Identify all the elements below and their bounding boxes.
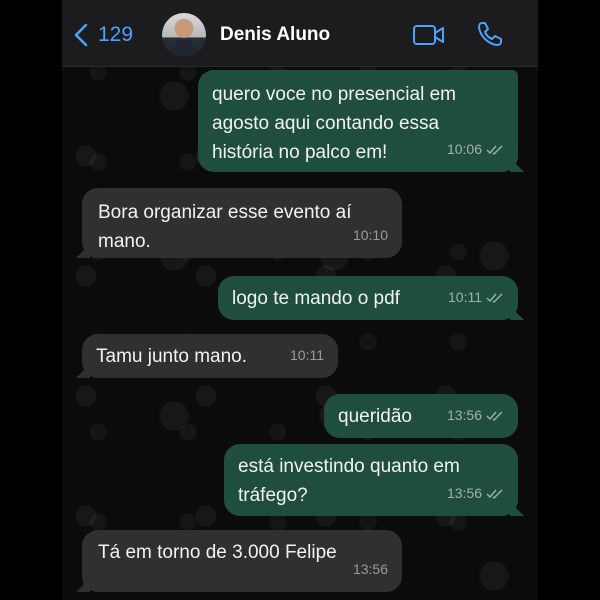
message-bubble-incoming[interactable]: Tá em torno de 3.000 Felipe 13:56 — [82, 530, 402, 592]
message-time: 13:56 — [446, 407, 482, 423]
message-meta: 10:06 — [447, 135, 504, 164]
message-bubble-outgoing[interactable]: quero voce no presencial em agosto aqui … — [198, 70, 518, 172]
message-text: Bora organizar esse evento aí mano. — [98, 202, 352, 252]
avatar[interactable] — [162, 13, 206, 57]
chat-screen: quero voce no presencial em agosto aqui … — [62, 0, 538, 600]
message-bubble-incoming[interactable]: Bora organizar esse evento aí mano. 10:1… — [82, 188, 402, 258]
message-bubble-outgoing[interactable]: queridão 13:56 — [324, 394, 518, 438]
double-check-icon — [486, 411, 503, 421]
double-check-icon — [486, 145, 503, 155]
contact-name[interactable]: Denis Aluno — [220, 24, 330, 46]
unread-count: 129 — [98, 23, 134, 46]
video-camera-icon[interactable] — [412, 22, 446, 48]
double-check-icon — [486, 293, 503, 303]
message-meta: 10:11 — [448, 283, 504, 312]
message-time: 13:56 — [446, 485, 482, 501]
chevron-left-icon — [74, 23, 88, 47]
message-meta: 13:56 — [447, 479, 504, 508]
message-text: Tá em torno de 3.000 Felipe — [98, 542, 337, 563]
message-time: 10:06 — [446, 141, 482, 157]
phone-icon[interactable] — [476, 20, 504, 48]
message-time: 13:56 — [352, 561, 388, 577]
message-time: 10:11 — [448, 289, 482, 305]
message-time: 10:10 — [352, 227, 388, 243]
message-meta: 10:11 — [290, 341, 324, 370]
message-meta: 13:56 — [447, 401, 504, 430]
message-bubble-outgoing[interactable]: logo te mando o pdf 10:11 — [218, 276, 518, 320]
message-bubble-outgoing[interactable]: está investindo quanto em tráfego? 13:56 — [224, 444, 518, 516]
message-meta: 13:56 — [353, 555, 388, 584]
message-bubble-incoming[interactable]: Tamu junto mano. 10:11 — [82, 334, 338, 378]
message-time: 10:11 — [290, 347, 324, 363]
double-check-icon — [486, 489, 503, 499]
back-button[interactable]: 129 — [72, 20, 133, 50]
chat-header: 129 Denis Aluno — [62, 0, 538, 67]
message-meta: 10:10 — [353, 221, 388, 250]
